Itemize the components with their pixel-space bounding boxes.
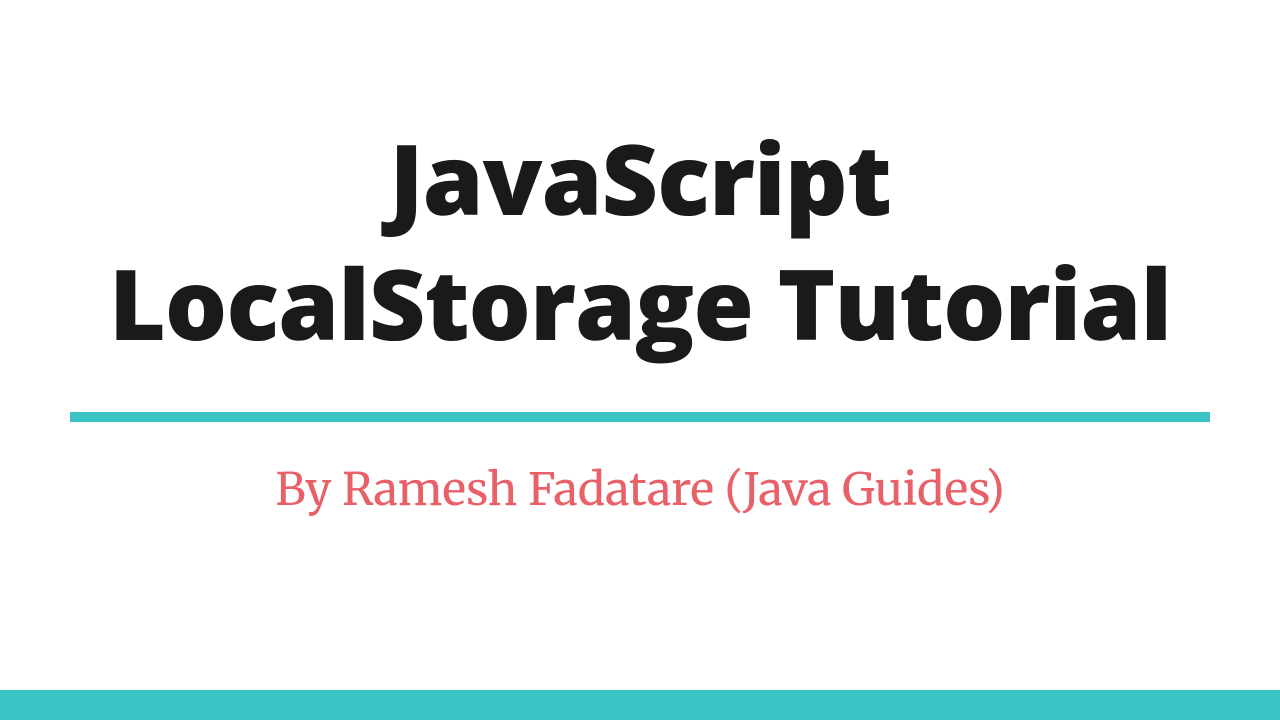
divider-bar: [70, 412, 1210, 422]
title-line-2: LocalStorage Tutorial: [109, 235, 1171, 369]
slide-container: JavaScript LocalStorage Tutorial By Rame…: [0, 0, 1280, 720]
slide-title: JavaScript LocalStorage Tutorial: [109, 115, 1171, 366]
slide-subtitle: By Ramesh Fadatare (Java Guides): [275, 462, 1004, 518]
title-line-1: JavaScript: [389, 110, 891, 244]
bottom-accent-bar: [0, 690, 1280, 720]
